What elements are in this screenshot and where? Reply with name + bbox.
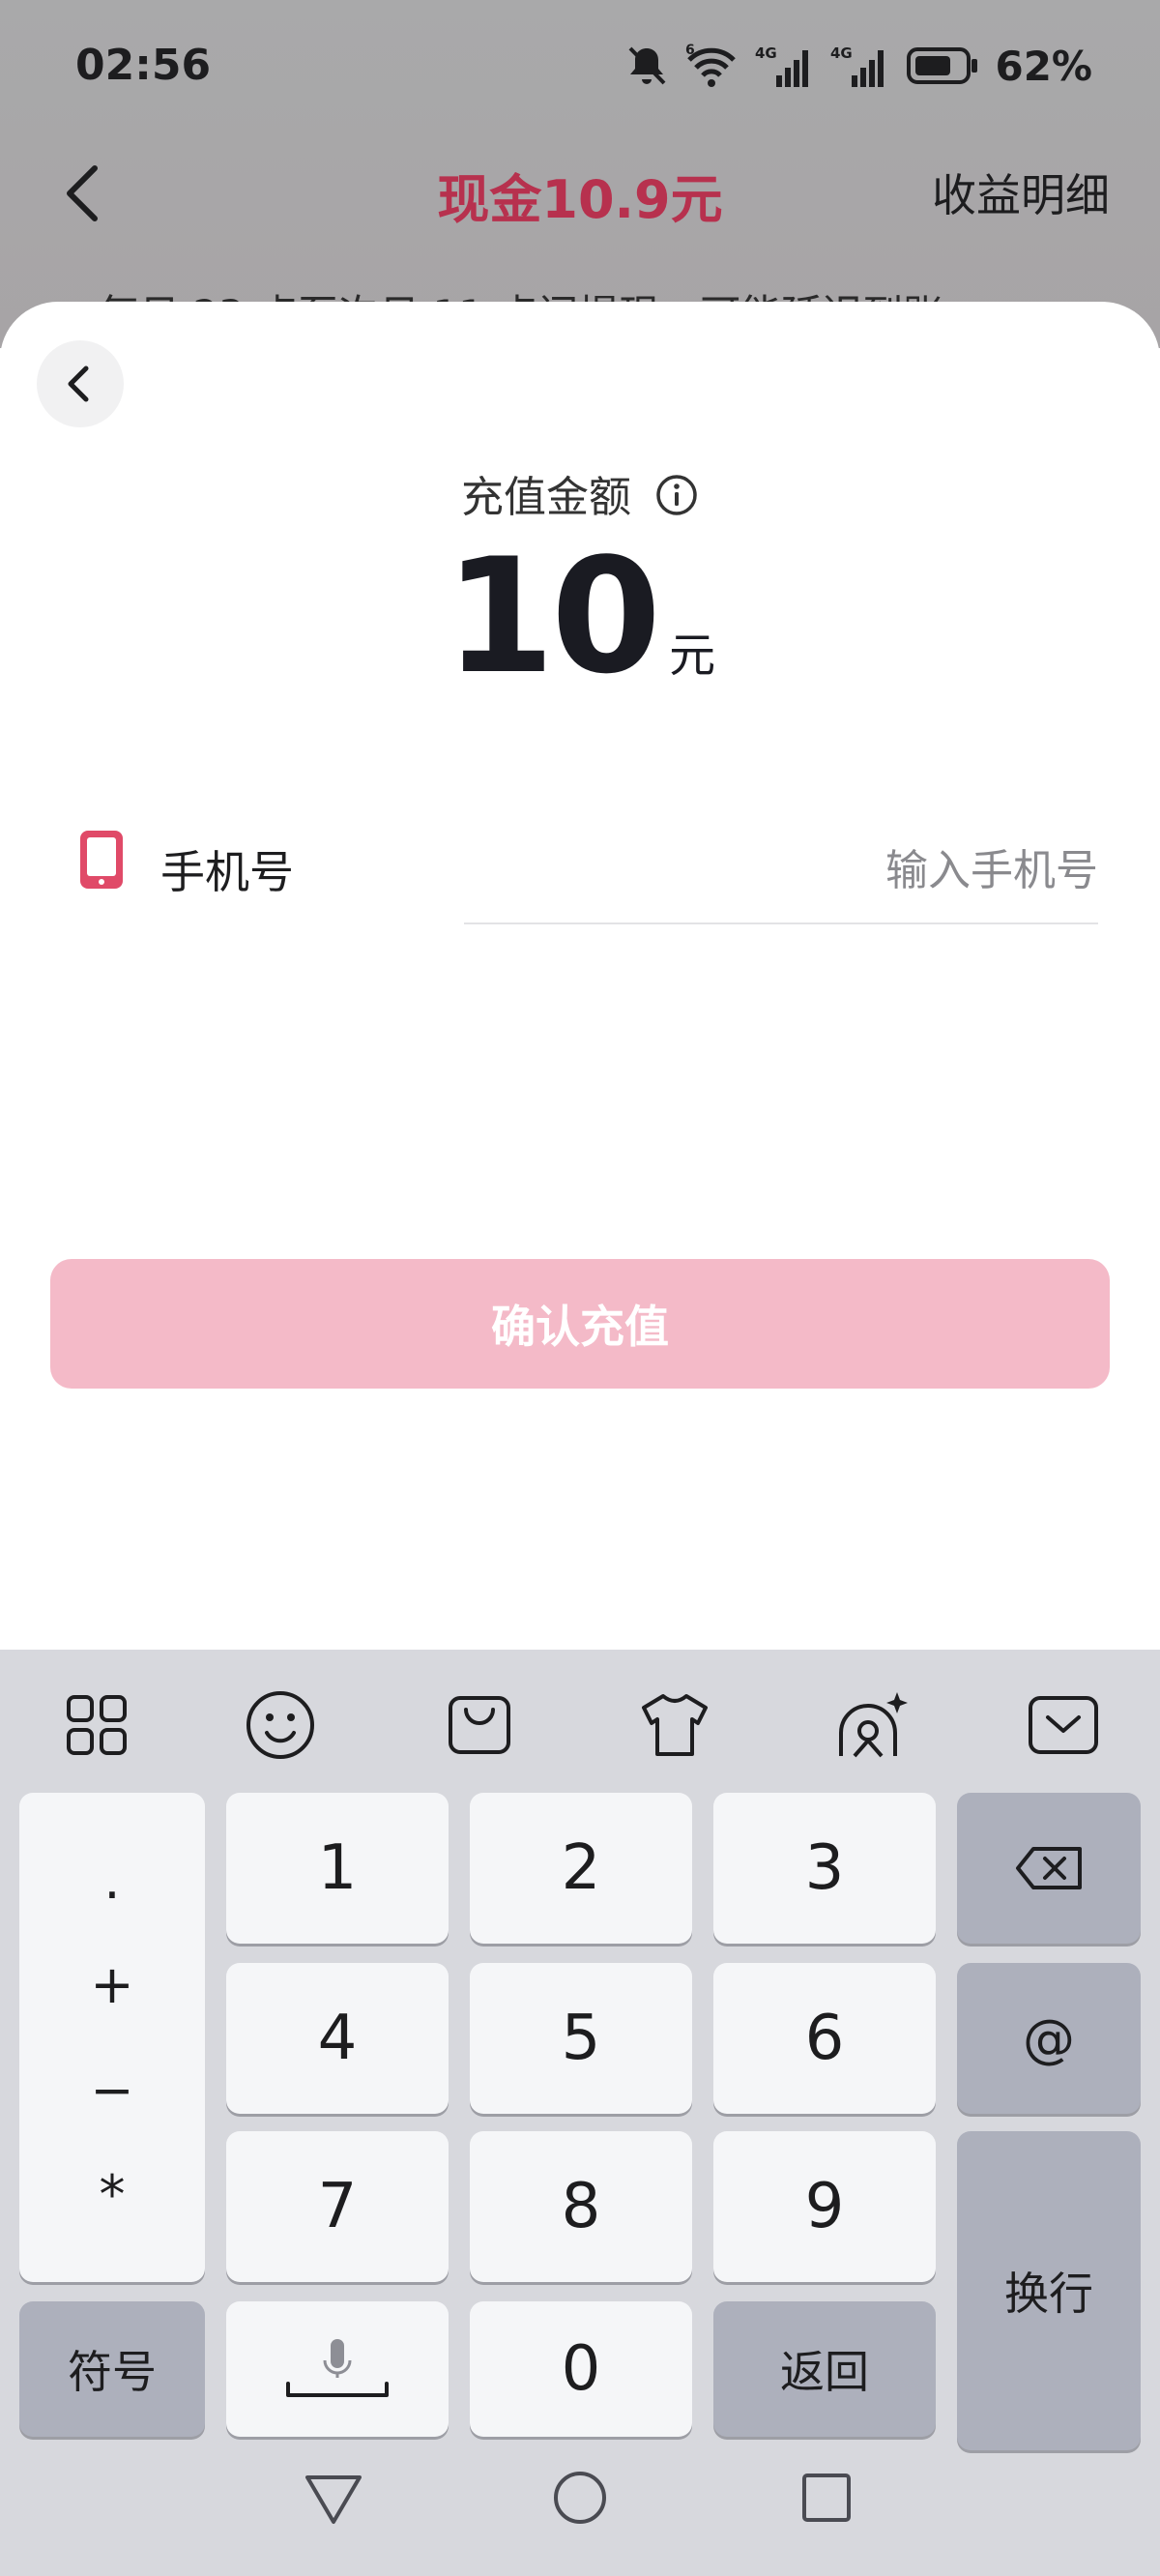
symbol-column-key[interactable]: . + − * (19, 1793, 205, 2282)
signal-icon-1: 4G (755, 43, 815, 89)
status-time: 02:56 (75, 41, 212, 90)
return-key[interactable]: 返回 (713, 2301, 936, 2437)
wifi-tag: 6 (685, 43, 695, 58)
keyboard-toolbar (0, 1650, 1160, 1795)
info-icon[interactable] (654, 473, 699, 528)
key-2[interactable]: 2 (470, 1793, 692, 1944)
confirm-recharge-button[interactable]: 确认充值 (50, 1259, 1110, 1389)
hide-keyboard-icon[interactable] (1023, 1684, 1104, 1766)
amount-label: 充值金额 (461, 473, 631, 522)
nav-recents-icon[interactable] (793, 2464, 860, 2532)
earnings-detail-link: 收益明细 (932, 169, 1110, 221)
amount-row: 10 元 (0, 524, 1160, 709)
key-1[interactable]: 1 (226, 1793, 449, 1944)
key-7[interactable]: 7 (226, 2131, 449, 2282)
nav-home-icon[interactable] (546, 2464, 614, 2532)
phone-row: 手机号 (77, 818, 1098, 934)
mute-icon (625, 43, 668, 89)
status-icons: 6 4G 4G 62% (625, 39, 1092, 93)
emoji-icon[interactable] (240, 1684, 321, 1766)
enter-key[interactable]: 换行 (957, 2131, 1141, 2450)
amount-label-row: 充值金额 (0, 462, 1160, 528)
sheet-back-button[interactable] (37, 340, 124, 427)
voice-space-key[interactable] (226, 2301, 449, 2437)
at-key[interactable]: @ (957, 1963, 1141, 2114)
nav-back-icon[interactable] (300, 2464, 367, 2532)
background-nav: 现金10.9元 收益明细 (0, 135, 1160, 251)
key-5[interactable]: 5 (470, 1963, 692, 2114)
apps-grid-icon[interactable] (56, 1684, 137, 1766)
backspace-key[interactable] (957, 1793, 1141, 1944)
wifi-icon: 6 (683, 43, 740, 89)
signal-icon-2: 4G (830, 43, 890, 89)
system-nav-bar (0, 2419, 1160, 2576)
key-3[interactable]: 3 (713, 1793, 936, 1944)
key-4[interactable]: 4 (226, 1963, 449, 2114)
key-6[interactable]: 6 (713, 1963, 936, 2114)
network-label-1: 4G (755, 44, 777, 62)
key-8[interactable]: 8 (470, 2131, 692, 2282)
symbol-minus[interactable]: − (90, 2060, 133, 2121)
symbol-switch-key[interactable]: 符号 (19, 2301, 205, 2437)
symbol-plus[interactable]: + (90, 1954, 133, 2015)
chevron-left-icon (68, 366, 89, 402)
symbol-dot[interactable]: . (103, 1850, 120, 1911)
phone-label: 手机号 (160, 846, 294, 898)
symbol-star[interactable]: * (100, 2164, 126, 2225)
ai-assistant-icon[interactable] (831, 1684, 913, 1766)
screen: 02:56 6 4G 4G 62% 现金10.9元 收益明细 充值金额 10 元… (0, 0, 1160, 2576)
amount-value: 10 (444, 524, 661, 709)
microphone-icon (286, 2339, 389, 2397)
background-page: 02:56 6 4G 4G 62% 现金10.9元 收益明细 (0, 0, 1160, 348)
battery-percent: 62% (995, 42, 1092, 90)
amount-unit: 元 (669, 629, 716, 683)
battery-icon (906, 44, 979, 87)
network-label-2: 4G (830, 44, 853, 62)
phone-input[interactable] (464, 818, 1098, 924)
key-9[interactable]: 9 (713, 2131, 936, 2282)
skin-shirt-icon[interactable] (634, 1684, 715, 1766)
backspace-icon (1016, 1847, 1082, 1889)
key-0[interactable]: 0 (470, 2301, 692, 2437)
shopping-bag-icon[interactable] (439, 1684, 520, 1766)
phone-icon (77, 828, 126, 895)
status-bar: 02:56 6 4G 4G 62% (0, 0, 1160, 135)
